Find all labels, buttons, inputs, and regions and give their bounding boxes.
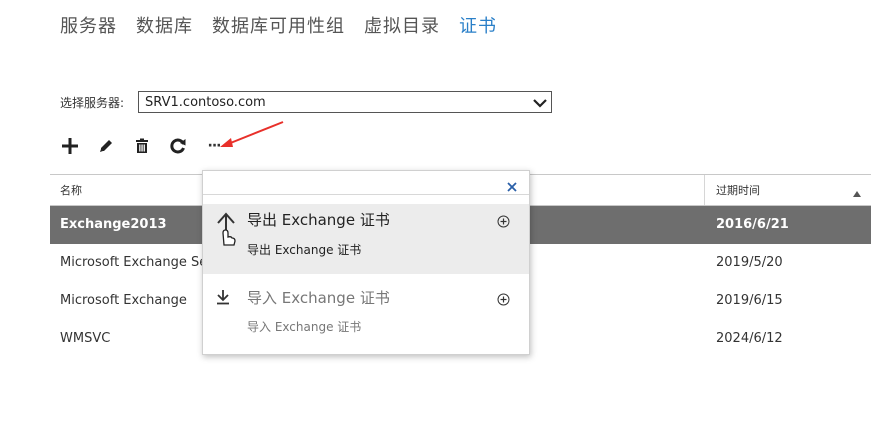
import-certificate-subtitle: 导入 Exchange 证书 xyxy=(247,320,362,334)
tab-servers[interactable]: 服务器 xyxy=(60,12,117,38)
column-divider xyxy=(704,175,705,205)
expand-plus-icon[interactable] xyxy=(497,213,510,232)
edit-icon[interactable] xyxy=(96,136,116,156)
toolbar: ··· xyxy=(60,136,224,156)
menu-item-export-certificate[interactable]: 导出 Exchange 证书 导出 Exchange 证书 xyxy=(203,204,529,274)
server-select-row: 选择服务器: SRV1.contoso.com xyxy=(60,91,553,113)
cell-expires: 2019/5/20 xyxy=(716,255,783,270)
column-header-name[interactable]: 名称 xyxy=(60,182,82,198)
more-label: ··· xyxy=(207,138,222,154)
server-select-value: SRV1.contoso.com xyxy=(145,94,266,110)
chevron-down-icon xyxy=(533,93,547,112)
export-certificate-title: 导出 Exchange 证书 xyxy=(247,211,390,229)
sort-ascending-icon xyxy=(853,187,861,200)
cell-expires: 2016/6/21 xyxy=(716,217,789,232)
refresh-icon[interactable] xyxy=(168,136,188,156)
import-certificate-title: 导入 Exchange 证书 xyxy=(247,289,390,307)
more-actions-menu: 导出 Exchange 证书 导出 Exchange 证书 导入 Exchang… xyxy=(202,170,530,355)
top-nav: 服务器 数据库 数据库可用性组 虚拟目录 证书 xyxy=(60,12,497,38)
cell-name: Microsoft Exchange Se xyxy=(60,255,208,270)
expand-plus-icon[interactable] xyxy=(497,291,510,310)
tab-databases[interactable]: 数据库 xyxy=(136,12,193,38)
cell-expires: 2019/6/15 xyxy=(716,293,783,308)
column-header-expires[interactable]: 过期时间 xyxy=(716,182,760,198)
cell-expires: 2024/6/12 xyxy=(716,331,783,346)
tab-certificates[interactable]: 证书 xyxy=(459,12,497,38)
more-icon[interactable]: ··· xyxy=(204,136,224,156)
cell-name: Microsoft Exchange xyxy=(60,293,187,308)
import-icon xyxy=(215,289,231,309)
export-certificate-subtitle: 导出 Exchange 证书 xyxy=(247,243,362,257)
cell-name: WMSVC xyxy=(60,331,111,346)
tab-virtual-directories[interactable]: 虚拟目录 xyxy=(364,12,440,38)
delete-icon[interactable] xyxy=(132,136,152,156)
server-select-dropdown[interactable]: SRV1.contoso.com xyxy=(138,91,553,113)
server-select-label: 选择服务器: xyxy=(60,95,125,110)
tab-dag[interactable]: 数据库可用性组 xyxy=(212,12,345,38)
export-icon xyxy=(215,211,237,253)
menu-item-import-certificate[interactable]: 导入 Exchange 证书 导入 Exchange 证书 xyxy=(203,282,529,344)
cell-name: Exchange2013 xyxy=(60,217,167,232)
add-icon[interactable] xyxy=(60,136,80,156)
popup-divider xyxy=(203,194,529,195)
